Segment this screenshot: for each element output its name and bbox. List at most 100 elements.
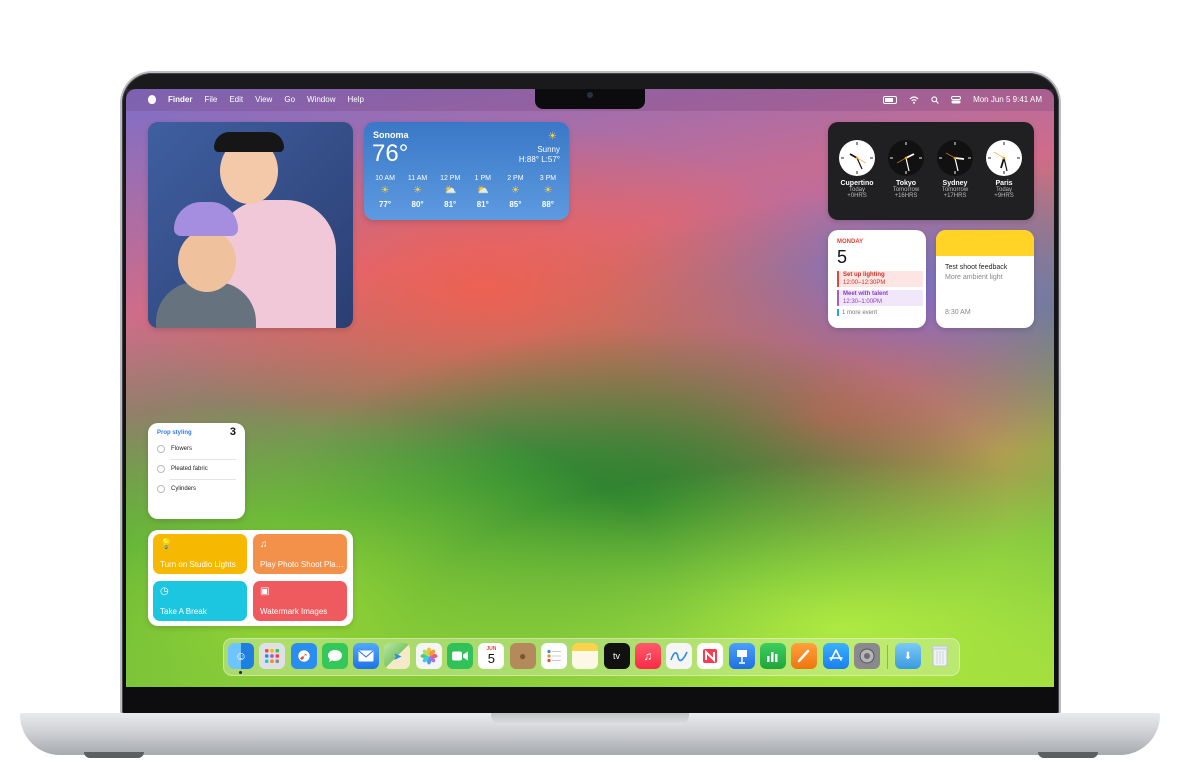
laptop-thumb-notch — [491, 713, 689, 725]
music-icon[interactable]: ♫ — [634, 643, 661, 669]
forecast-temp: 80° — [411, 200, 424, 209]
notes-widget[interactable]: Test shoot feedback More ambient light 8… — [936, 230, 1034, 328]
divider — [170, 479, 236, 480]
menu-go[interactable]: Go — [284, 95, 295, 104]
menu-window[interactable]: Window — [307, 95, 335, 104]
notes-header-bar — [936, 230, 1034, 256]
calendar-widget[interactable]: MONDAY 5 Set up lighting 12:00–12:30PM M… — [828, 230, 926, 328]
forecast-time: 2 PM — [507, 175, 524, 182]
menu-file[interactable]: File — [204, 95, 217, 104]
menu-help[interactable]: Help — [347, 95, 363, 104]
forecast-time: 3 PM — [539, 175, 557, 182]
shortcut-label: Turn on Studio Lights — [160, 560, 236, 569]
app-store-icon[interactable] — [822, 643, 849, 669]
weather-city: Sonoma — [373, 130, 409, 140]
music-note-icon: ♫ — [260, 539, 268, 550]
weather-widget[interactable]: Sonoma 76° ☀ Sunny H:88° L:57° 10 AM ☀ 77°… — [364, 122, 569, 220]
reminder-item[interactable]: Cylinders — [157, 485, 237, 493]
keynote-icon[interactable] — [728, 643, 755, 669]
tv-icon[interactable]: tv — [603, 643, 630, 669]
maps-icon[interactable]: ➤ — [384, 643, 411, 669]
more-events-label: 1 more event — [842, 310, 878, 317]
weather-condition: Sunny — [537, 145, 560, 154]
shortcut-take-a-break[interactable]: ◷ Take A Break — [153, 581, 247, 621]
mail-icon[interactable] — [353, 643, 380, 669]
reminder-item[interactable]: Pleated fabric — [157, 465, 237, 473]
note-body: More ambient light — [945, 274, 1003, 281]
checkbox-circle-icon[interactable] — [157, 465, 165, 473]
freeform-icon[interactable] — [666, 643, 693, 669]
clock-city: Cupertino — [840, 180, 874, 187]
finder-icon[interactable]: ☺ — [228, 643, 254, 669]
contacts-icon[interactable]: ● — [509, 643, 536, 669]
forecast-hour: 11 AM ☀ 80° — [403, 175, 433, 209]
shortcut-photo-playlist[interactable]: ♫ Play Photo Shoot Playlist — [253, 534, 347, 574]
trash-icon[interactable] — [927, 643, 953, 669]
checkbox-circle-icon[interactable] — [157, 445, 165, 453]
dock-divider — [887, 645, 888, 669]
wifi-icon[interactable] — [909, 95, 919, 104]
sun-icon: ☀ — [380, 185, 390, 196]
partly-cloudy-icon: ⛅ — [443, 185, 457, 196]
menu-view[interactable]: View — [255, 95, 272, 104]
shortcut-label: Watermark Images — [260, 607, 328, 616]
camera-lens — [587, 92, 593, 98]
reminder-label: Flowers — [171, 446, 193, 452]
reminders-widget[interactable]: Prop styling 3 Flowers Pleated fabric Cy… — [148, 423, 245, 519]
apple-menu-icon[interactable] — [148, 95, 156, 104]
forecast-temp: 85° — [509, 200, 522, 209]
calendar-event[interactable]: Set up lighting 12:00–12:30PM — [837, 271, 923, 287]
system-settings-icon[interactable] — [853, 643, 880, 669]
event-name: Meet with talent — [843, 291, 889, 297]
forecast-time: 12 PM — [440, 175, 461, 182]
calendar-event[interactable]: Meet with talent 12:30–1:00PM — [837, 290, 923, 306]
reminder-item[interactable]: Flowers — [157, 445, 237, 453]
shortcut-studio-lights[interactable]: 💡 Turn on Studio Lights — [153, 534, 247, 574]
photo-hat — [174, 202, 238, 236]
downloads-folder-icon[interactable]: ⬇ — [895, 643, 921, 669]
reminder-label: Pleated fabric — [171, 466, 208, 472]
numbers-icon[interactable] — [760, 643, 787, 669]
dock: ☺ ➹ ➤ JUN 5 ● tv ♫ ⬇ — [223, 638, 960, 676]
facetime-icon[interactable] — [447, 643, 474, 669]
calendar-weekday: MONDAY — [837, 239, 864, 245]
divider — [170, 459, 236, 460]
forecast-hour: 10 AM ☀ 77° — [370, 175, 400, 209]
news-icon[interactable] — [697, 643, 724, 669]
reminders-list-title: Prop styling — [157, 430, 192, 436]
menu-app-name[interactable]: Finder — [168, 95, 192, 104]
dock-right-section: ⬇ — [895, 643, 953, 669]
reminders-icon[interactable] — [540, 643, 567, 669]
photos-widget[interactable] — [148, 122, 353, 328]
menu-clock[interactable]: Mon Jun 5 9:41 AM — [973, 95, 1042, 104]
clock-offset: +16HRS — [894, 193, 918, 199]
spotlight-search-icon[interactable] — [931, 95, 939, 104]
sun-icon: ☀ — [548, 131, 557, 142]
forecast-hour: 1 PM ⛅ 81° — [468, 175, 498, 209]
checkbox-circle-icon[interactable] — [157, 485, 165, 493]
safari-icon[interactable]: ➹ — [290, 643, 317, 669]
clock-city: Paris — [995, 180, 1013, 187]
pages-icon[interactable] — [791, 643, 818, 669]
menu-edit[interactable]: Edit — [229, 95, 243, 104]
forecast-hour: 3 PM ☀ 88° — [533, 175, 563, 209]
image-icon: ▣ — [260, 586, 270, 597]
forecast-time: 10 AM — [375, 175, 395, 182]
shortcut-label: Play Photo Shoot Playlist — [260, 560, 344, 569]
sun-icon: ☀ — [413, 185, 423, 196]
battery-icon[interactable] — [883, 95, 898, 104]
forecast-temp: 77° — [378, 200, 392, 209]
partly-cloudy-icon: ⛅ — [476, 185, 489, 196]
calendar-icon[interactable]: JUN 5 — [478, 643, 505, 669]
shortcut-label: Take A Break — [160, 607, 207, 616]
control-center-icon[interactable] — [951, 95, 962, 104]
messages-icon[interactable] — [321, 643, 348, 669]
clock-paris: Paris Today +9HRS — [984, 139, 1024, 199]
clock-offset: +9HRS — [994, 193, 1014, 199]
launchpad-icon[interactable] — [259, 643, 286, 669]
photos-icon[interactable] — [415, 643, 442, 669]
shortcut-watermark-images[interactable]: ▣ Watermark Images — [253, 581, 347, 621]
world-clock-widget[interactable]: Cupertino Today +0HRS Tokyo Tomorrow +16… — [828, 122, 1034, 220]
notes-icon[interactable] — [572, 643, 599, 669]
forecast-temp: 88° — [541, 200, 555, 209]
